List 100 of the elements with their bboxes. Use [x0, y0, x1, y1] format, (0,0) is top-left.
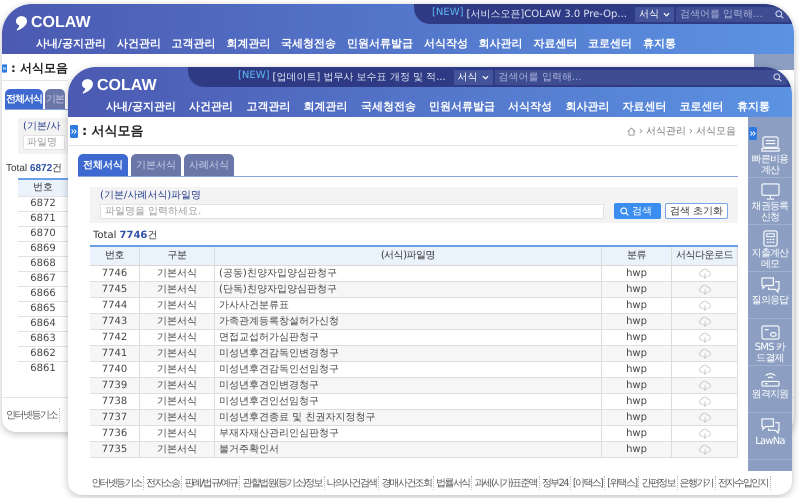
nav-item[interactable]: 사건관리	[189, 98, 234, 114]
chevron-icon	[689, 128, 693, 134]
nav-item[interactable]: 회계관리	[304, 98, 348, 114]
expand-icon[interactable]	[70, 124, 78, 138]
chevron-icon	[639, 128, 643, 134]
table-cell: 기본서식	[140, 442, 215, 458]
nav-item[interactable]: 사내/공지관리	[106, 98, 176, 114]
chat-icon[interactable]	[760, 418, 780, 435]
download-icon[interactable]	[698, 380, 710, 391]
nav-item[interactable]: 회사관리	[478, 36, 523, 50]
notice-link[interactable]: [서비스오픈]COLAW 3.0 Pre-Op...	[466, 7, 627, 21]
footer-link[interactable]: 경매사건조회	[379, 476, 434, 490]
footer-link[interactable]: 인터넷등기소	[89, 476, 144, 490]
download-icon[interactable]	[698, 412, 710, 423]
tab[interactable]: 전체서식	[78, 154, 128, 176]
sidebar-link[interactable]: 질의응답	[751, 295, 789, 306]
expand-icon[interactable]	[2, 62, 8, 74]
download-icon[interactable]	[698, 444, 710, 455]
nav-item[interactable]: 서식작성	[508, 98, 552, 114]
monitor-icon[interactable]	[760, 183, 780, 200]
notice-tag: [NEW]	[432, 7, 464, 21]
router-icon[interactable]	[760, 371, 780, 388]
nav-item[interactable]: 자료센터	[533, 36, 578, 50]
nav-item[interactable]: 사건관리	[116, 36, 161, 50]
nav-item[interactable]: 자료센터	[622, 98, 667, 114]
footer-link[interactable]: [이택스]	[570, 476, 606, 490]
download-icon[interactable]	[698, 332, 710, 343]
tab[interactable]: 기본	[45, 89, 65, 109]
footer-link[interactable]: 전자수입인지	[716, 476, 771, 490]
table-cell: hwp	[602, 378, 672, 394]
file-name-field[interactable]: 파일명	[23, 135, 65, 150]
download-icon[interactable]	[698, 316, 710, 327]
search-field[interactable]: 검색어를 입력해...	[676, 6, 789, 22]
sidebar-link[interactable]: 채권등록 신청	[751, 201, 789, 223]
download-icon[interactable]	[698, 396, 710, 407]
breadcrumb-link[interactable]: 서식관리	[646, 124, 686, 138]
logo-text[interactable]: COLAW	[31, 15, 91, 31]
notice-link[interactable]: [업데이트] 법무사 보수표 개정 및 적...	[272, 70, 446, 84]
logo-text[interactable]: COLAW	[97, 78, 157, 94]
table-cell: 7735	[90, 442, 140, 458]
nav-item[interactable]: 민원서류발급	[347, 36, 414, 50]
breadcrumb-link[interactable]: 서식모음	[696, 124, 736, 138]
card-icon[interactable]	[760, 324, 780, 341]
reset-button[interactable]: 검색 초기화	[664, 203, 728, 219]
tab[interactable]: 전체서식	[5, 89, 43, 109]
search-icon	[620, 206, 629, 216]
footer-link[interactable]: 판례/법규/예규	[182, 476, 240, 490]
sidebar-link[interactable]: SMS 카드결제	[751, 342, 789, 364]
file-name-field[interactable]: 파일명을 입력하세요.	[100, 204, 604, 219]
scope-select[interactable]: 서식	[634, 6, 674, 22]
nav-item[interactable]: 국세청전송	[360, 98, 416, 114]
sidebar-link[interactable]: 원격지원	[751, 389, 789, 400]
footer-link[interactable]: 인터넷등기소	[4, 408, 60, 422]
calculator-icon[interactable]	[760, 230, 780, 247]
nav-item[interactable]: 휴지통	[643, 36, 676, 50]
table-cell: 가족관계등록창설허가신청	[215, 314, 602, 330]
register-icon[interactable]	[760, 136, 780, 153]
search-icon[interactable]	[775, 10, 784, 18]
nav-item[interactable]: 서식작성	[424, 36, 468, 50]
nav-item[interactable]: 민원서류발급	[428, 98, 495, 114]
footer-link[interactable]: 법률서식	[434, 476, 472, 490]
sidebar-link[interactable]: LawNa	[751, 436, 789, 447]
footer-link[interactable]: [위택스]	[605, 476, 640, 490]
footer-link[interactable]: 나의사건검색	[324, 476, 380, 490]
home-icon[interactable]	[627, 126, 636, 136]
sidebar-link[interactable]: 빠른비용 계산	[751, 154, 789, 176]
search-button[interactable]: 검색	[614, 203, 661, 219]
tab[interactable]: 사례서식	[184, 154, 234, 176]
nav-item[interactable]: 회계관리	[226, 36, 270, 50]
footer-link[interactable]: 은행가기	[678, 476, 716, 490]
footer-link[interactable]: 관할법원(등기소)정보	[240, 476, 325, 490]
nav-item[interactable]: 회사관리	[565, 98, 610, 114]
scope-select[interactable]: 서식	[454, 70, 493, 84]
download-icon[interactable]	[698, 284, 710, 295]
caret-icon	[662, 12, 670, 16]
nav-item[interactable]: 고객관리	[246, 98, 290, 114]
download-icon[interactable]	[698, 268, 710, 279]
download-icon[interactable]	[698, 364, 710, 375]
expand-icon[interactable]	[749, 127, 757, 140]
sidebar-link[interactable]: 지출계산 메모	[751, 248, 789, 270]
search-icon[interactable]	[773, 72, 782, 82]
nav-item[interactable]: 휴지통	[736, 98, 770, 114]
nav-item[interactable]: 사내/공지관리	[36, 36, 106, 50]
nav-item[interactable]: 코로센터	[588, 36, 632, 50]
download-icon[interactable]	[698, 428, 710, 439]
nav-item[interactable]: 국세청전송	[281, 36, 336, 50]
table-cell: 불거주확인서	[215, 442, 602, 458]
table-cell: 기본서식	[140, 282, 215, 298]
tab[interactable]: 기본서식	[131, 154, 181, 176]
search-field[interactable]: 검색어를 입력해...	[494, 70, 787, 84]
download-icon[interactable]	[698, 300, 710, 311]
footer-link[interactable]: 정부24	[540, 476, 571, 490]
nav-item[interactable]: 고객관리	[172, 36, 216, 50]
footer-link[interactable]: 전자소송	[144, 476, 182, 490]
table-cell: 7743	[90, 314, 140, 330]
chat-icon[interactable]	[760, 277, 780, 294]
footer-link[interactable]: 간편정보	[639, 476, 678, 490]
footer-link[interactable]: 과세(시가)표준액	[472, 476, 540, 490]
nav-item[interactable]: 코로센터	[680, 98, 724, 114]
download-icon[interactable]	[698, 348, 710, 359]
